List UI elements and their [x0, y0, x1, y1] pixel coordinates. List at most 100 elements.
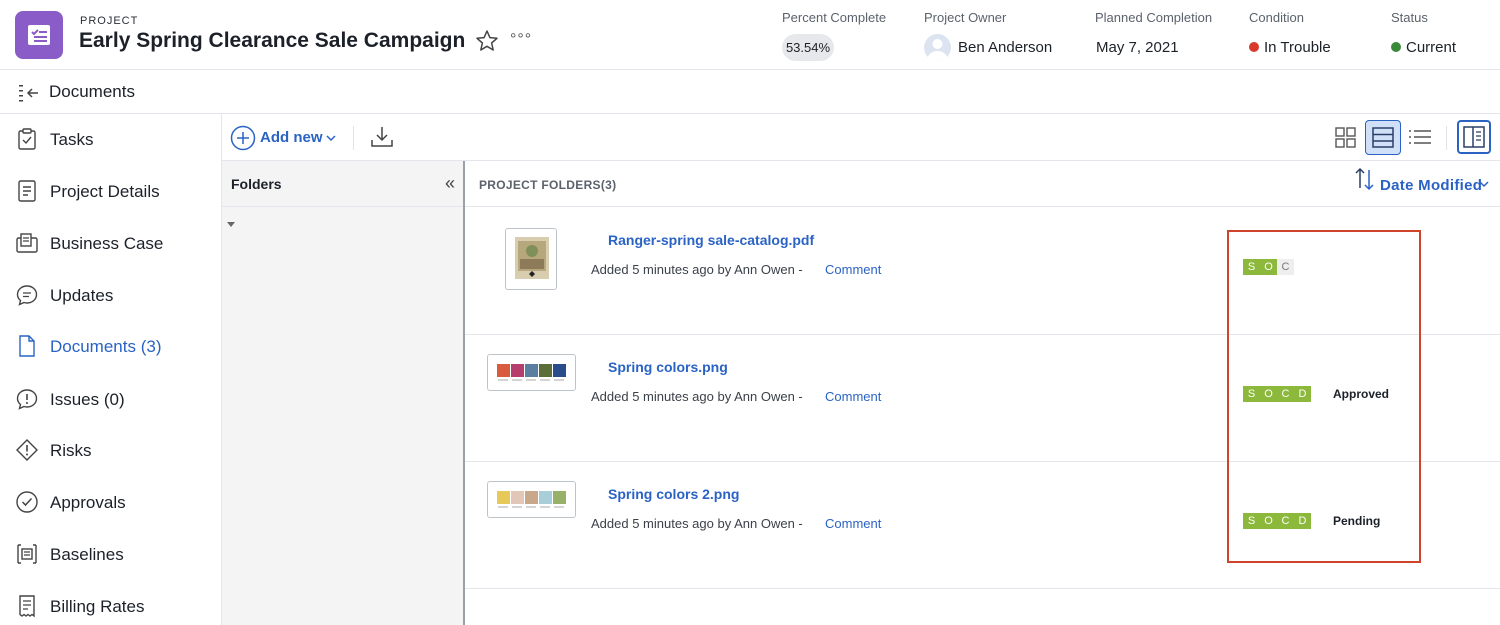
details-panel-toggle[interactable] [1457, 120, 1491, 154]
socd-o: O [1260, 386, 1277, 402]
chevron-down-icon [1479, 181, 1489, 188]
socd-s: S [1243, 386, 1260, 402]
comment-link[interactable]: Comment [825, 389, 881, 404]
collapse-folders-icon[interactable]: « [445, 173, 455, 194]
comment-link[interactable]: Comment [825, 516, 881, 531]
condition-text: In Trouble [1264, 39, 1331, 56]
grid-view-icon [1335, 127, 1356, 148]
chevron-down-icon [326, 135, 336, 142]
document-name-link[interactable]: Spring colors.png [608, 359, 728, 375]
sidebar-item-label: Documents (3) [50, 337, 162, 356]
add-new-label: Add new [260, 129, 323, 146]
percent-complete-value: 53.54% [782, 34, 834, 61]
socd-d: D [1294, 386, 1311, 402]
document-row[interactable]: Spring colors 2.png Added 5 minutes ago … [465, 462, 1500, 589]
document-added-info: Added 5 minutes ago by Ann Owen - [591, 389, 803, 404]
project-header: PROJECT Early Spring Clearance Sale Camp… [0, 0, 1500, 70]
receipt-icon [19, 595, 35, 618]
project-folders-heading: PROJECT FOLDERS(3) [479, 178, 617, 192]
alert-bubble-icon [16, 389, 38, 410]
sidebar-item-label: Billing Rates [50, 597, 145, 616]
socd-status-indicator: S O C D [1243, 513, 1311, 529]
row-view-icon [1372, 127, 1394, 148]
toolbar-divider [353, 126, 354, 150]
approval-status: Pending [1333, 514, 1381, 528]
document-added-info: Added 5 minutes ago by Ann Owen - [591, 516, 803, 531]
status-text: Current [1406, 39, 1457, 56]
project-owner-value[interactable]: Ben Anderson [958, 39, 1052, 56]
download-button[interactable] [370, 125, 394, 154]
socd-o: O [1260, 259, 1277, 275]
sidebar-item-label: Business Case [50, 234, 164, 253]
sidebar-item-approvals[interactable]: Approvals [0, 479, 221, 525]
project-type-label: PROJECT [80, 15, 139, 27]
percent-complete-label: Percent Complete [782, 10, 887, 25]
section-header: Documents [0, 70, 1500, 114]
toolbar-divider [1446, 126, 1447, 150]
sidebar-item-project-details[interactable]: Project Details [0, 168, 221, 214]
page-title: Documents [49, 82, 135, 101]
folders-panel: Folders « [222, 161, 465, 625]
sidebar: Tasks Project Details Business Case Upda… [0, 114, 222, 625]
condition-dot-icon [1249, 42, 1259, 52]
document-thumbnail[interactable] [487, 354, 576, 391]
sidebar-item-issues[interactable]: Issues (0) [0, 376, 221, 422]
document-thumbnail[interactable] [505, 228, 557, 290]
row-view-button[interactable] [1365, 120, 1401, 155]
documents-toolbar: Add new [222, 114, 1500, 161]
favorite-star-icon[interactable] [475, 29, 499, 58]
sidebar-item-label: Baselines [50, 545, 124, 564]
document-row[interactable]: Spring colors.png Added 5 minutes ago by… [465, 335, 1500, 462]
collapse-nav-icon[interactable] [18, 83, 40, 108]
document-name-link[interactable]: Spring colors 2.png [608, 486, 739, 502]
sidebar-item-label: Project Details [50, 182, 160, 201]
briefcase-doc-icon [16, 233, 38, 253]
sidebar-item-label: Issues (0) [50, 390, 125, 409]
socd-s: S [1243, 259, 1260, 275]
sidebar-item-updates[interactable]: Updates [0, 272, 221, 318]
socd-o: O [1260, 513, 1277, 529]
approval-status: Approved [1333, 387, 1390, 401]
project-icon [15, 11, 63, 59]
sidebar-item-tasks[interactable]: Tasks [0, 116, 221, 162]
document-row[interactable]: Ranger-spring sale-catalog.pdf Added 5 m… [465, 208, 1500, 335]
folder-tree-caret-icon[interactable] [227, 222, 235, 227]
socd-d: D [1294, 513, 1311, 529]
sort-arrows-icon [1355, 167, 1374, 191]
sidebar-item-label: Tasks [50, 130, 94, 149]
document-name-link[interactable]: Ranger-spring sale-catalog.pdf [608, 232, 814, 248]
project-title: Early Spring Clearance Sale Campaign [79, 29, 466, 52]
sidebar-item-business-case[interactable]: Business Case [0, 220, 221, 266]
clipboard-check-icon [18, 128, 36, 150]
sidebar-item-baselines[interactable]: Baselines [0, 531, 221, 577]
sidebar-item-billing-rates[interactable]: Billing Rates [0, 583, 221, 625]
document-thumbnail[interactable] [487, 481, 576, 518]
baseline-icon [17, 544, 37, 564]
avatar[interactable] [924, 34, 951, 61]
socd-c: C [1277, 513, 1294, 529]
status-label: Status [1391, 10, 1428, 25]
side-panel-icon [1463, 126, 1485, 148]
project-owner-label: Project Owner [924, 10, 1007, 25]
download-icon [371, 127, 393, 147]
plus-circle-icon [230, 125, 256, 151]
sidebar-item-risks[interactable]: Risks [0, 427, 221, 473]
planned-completion-label: Planned Completion [1095, 10, 1213, 25]
sidebar-item-documents[interactable]: Documents (3) [0, 323, 221, 369]
sort-dropdown[interactable]: Date Modified [1353, 166, 1489, 196]
status-value[interactable]: Current [1391, 39, 1456, 56]
document-added-info: Added 5 minutes ago by Ann Owen - [591, 262, 803, 277]
more-options-icon[interactable]: °°° [510, 31, 532, 49]
grid-view-button[interactable] [1328, 120, 1364, 155]
sidebar-item-label: Updates [50, 286, 114, 305]
condition-value[interactable]: In Trouble [1249, 39, 1331, 56]
add-new-button[interactable]: Add new [230, 125, 336, 151]
diamond-alert-icon [16, 439, 38, 461]
list-view-button[interactable] [1402, 120, 1438, 155]
document-lines-icon [18, 180, 36, 202]
status-dot-icon [1391, 42, 1401, 52]
planned-completion-value[interactable]: May 7, 2021 [1096, 39, 1179, 56]
list-header: PROJECT FOLDERS(3) Date Modified [465, 161, 1500, 207]
sidebar-item-label: Approvals [50, 493, 126, 512]
comment-link[interactable]: Comment [825, 262, 881, 277]
